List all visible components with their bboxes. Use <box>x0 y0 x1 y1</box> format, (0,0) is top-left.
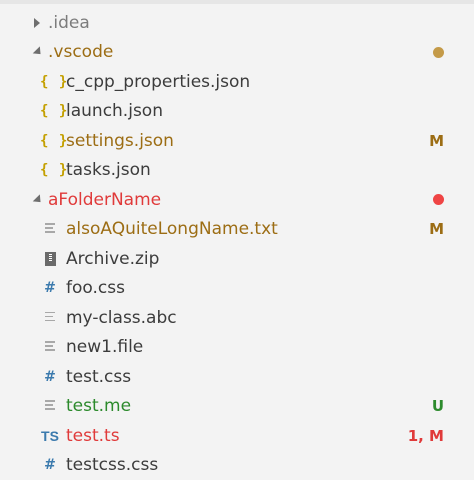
file-label: tasks.json <box>66 160 151 180</box>
file-row[interactable]: { } settings.json M <box>0 126 474 156</box>
json-icon: { } <box>40 133 60 149</box>
file-row[interactable]: new1.file <box>0 333 474 363</box>
file-row[interactable]: Archive.zip <box>0 244 474 274</box>
text-file-icon <box>40 310 60 326</box>
file-row[interactable]: { } c_cpp_properties.json <box>0 67 474 97</box>
json-icon: { } <box>40 74 60 90</box>
typescript-icon: TS <box>40 428 60 444</box>
text-file-icon <box>40 339 60 355</box>
chevron-right-icon[interactable] <box>32 18 42 28</box>
file-label: test.css <box>66 367 131 387</box>
git-status-badge: M <box>429 220 444 238</box>
file-row[interactable]: test.me U <box>0 392 474 422</box>
folder-label: .idea <box>48 13 90 33</box>
git-status-badge: U <box>432 397 444 415</box>
chevron-down-icon[interactable] <box>32 195 42 205</box>
folder-label: .vscode <box>48 42 113 62</box>
folder-label: aFolderName <box>48 190 161 210</box>
file-row[interactable]: { } launch.json <box>0 97 474 127</box>
file-label: launch.json <box>66 101 163 121</box>
file-explorer-tree: .idea .vscode { } c_cpp_properties.json … <box>0 8 474 480</box>
file-label: test.me <box>66 396 131 416</box>
file-row[interactable]: # foo.css <box>0 274 474 304</box>
css-icon: # <box>40 457 60 473</box>
folder-idea[interactable]: .idea <box>0 8 474 38</box>
error-dot-badge <box>433 194 444 205</box>
file-label: my-class.abc <box>66 308 177 328</box>
text-file-icon <box>40 221 60 237</box>
json-icon: { } <box>40 162 60 178</box>
zip-icon <box>40 250 60 268</box>
file-label: c_cpp_properties.json <box>66 72 250 92</box>
file-label: new1.file <box>66 337 143 357</box>
folder-afoldername[interactable]: aFolderName <box>0 185 474 215</box>
text-file-icon <box>40 398 60 414</box>
css-icon: # <box>40 369 60 385</box>
chevron-down-icon[interactable] <box>32 47 42 57</box>
file-row[interactable]: my-class.abc <box>0 303 474 333</box>
git-status-badge: M <box>429 132 444 150</box>
file-label: foo.css <box>66 278 125 298</box>
json-icon: { } <box>40 103 60 119</box>
git-status-badge: 1, M <box>408 427 444 445</box>
file-row[interactable]: TS test.ts 1, M <box>0 421 474 451</box>
modified-dot-badge <box>433 47 444 58</box>
file-row[interactable]: { } tasks.json <box>0 156 474 186</box>
file-label: settings.json <box>66 131 174 151</box>
folder-vscode[interactable]: .vscode <box>0 38 474 68</box>
file-label: test.ts <box>66 426 120 446</box>
file-label: testcss.css <box>66 455 158 475</box>
file-label: Archive.zip <box>66 249 159 269</box>
top-border <box>0 0 474 4</box>
file-row[interactable]: alsoAQuiteLongName.txt M <box>0 215 474 245</box>
file-row[interactable]: # testcss.css <box>0 451 474 480</box>
file-row[interactable]: # test.css <box>0 362 474 392</box>
css-icon: # <box>40 280 60 296</box>
file-label: alsoAQuiteLongName.txt <box>66 219 278 239</box>
